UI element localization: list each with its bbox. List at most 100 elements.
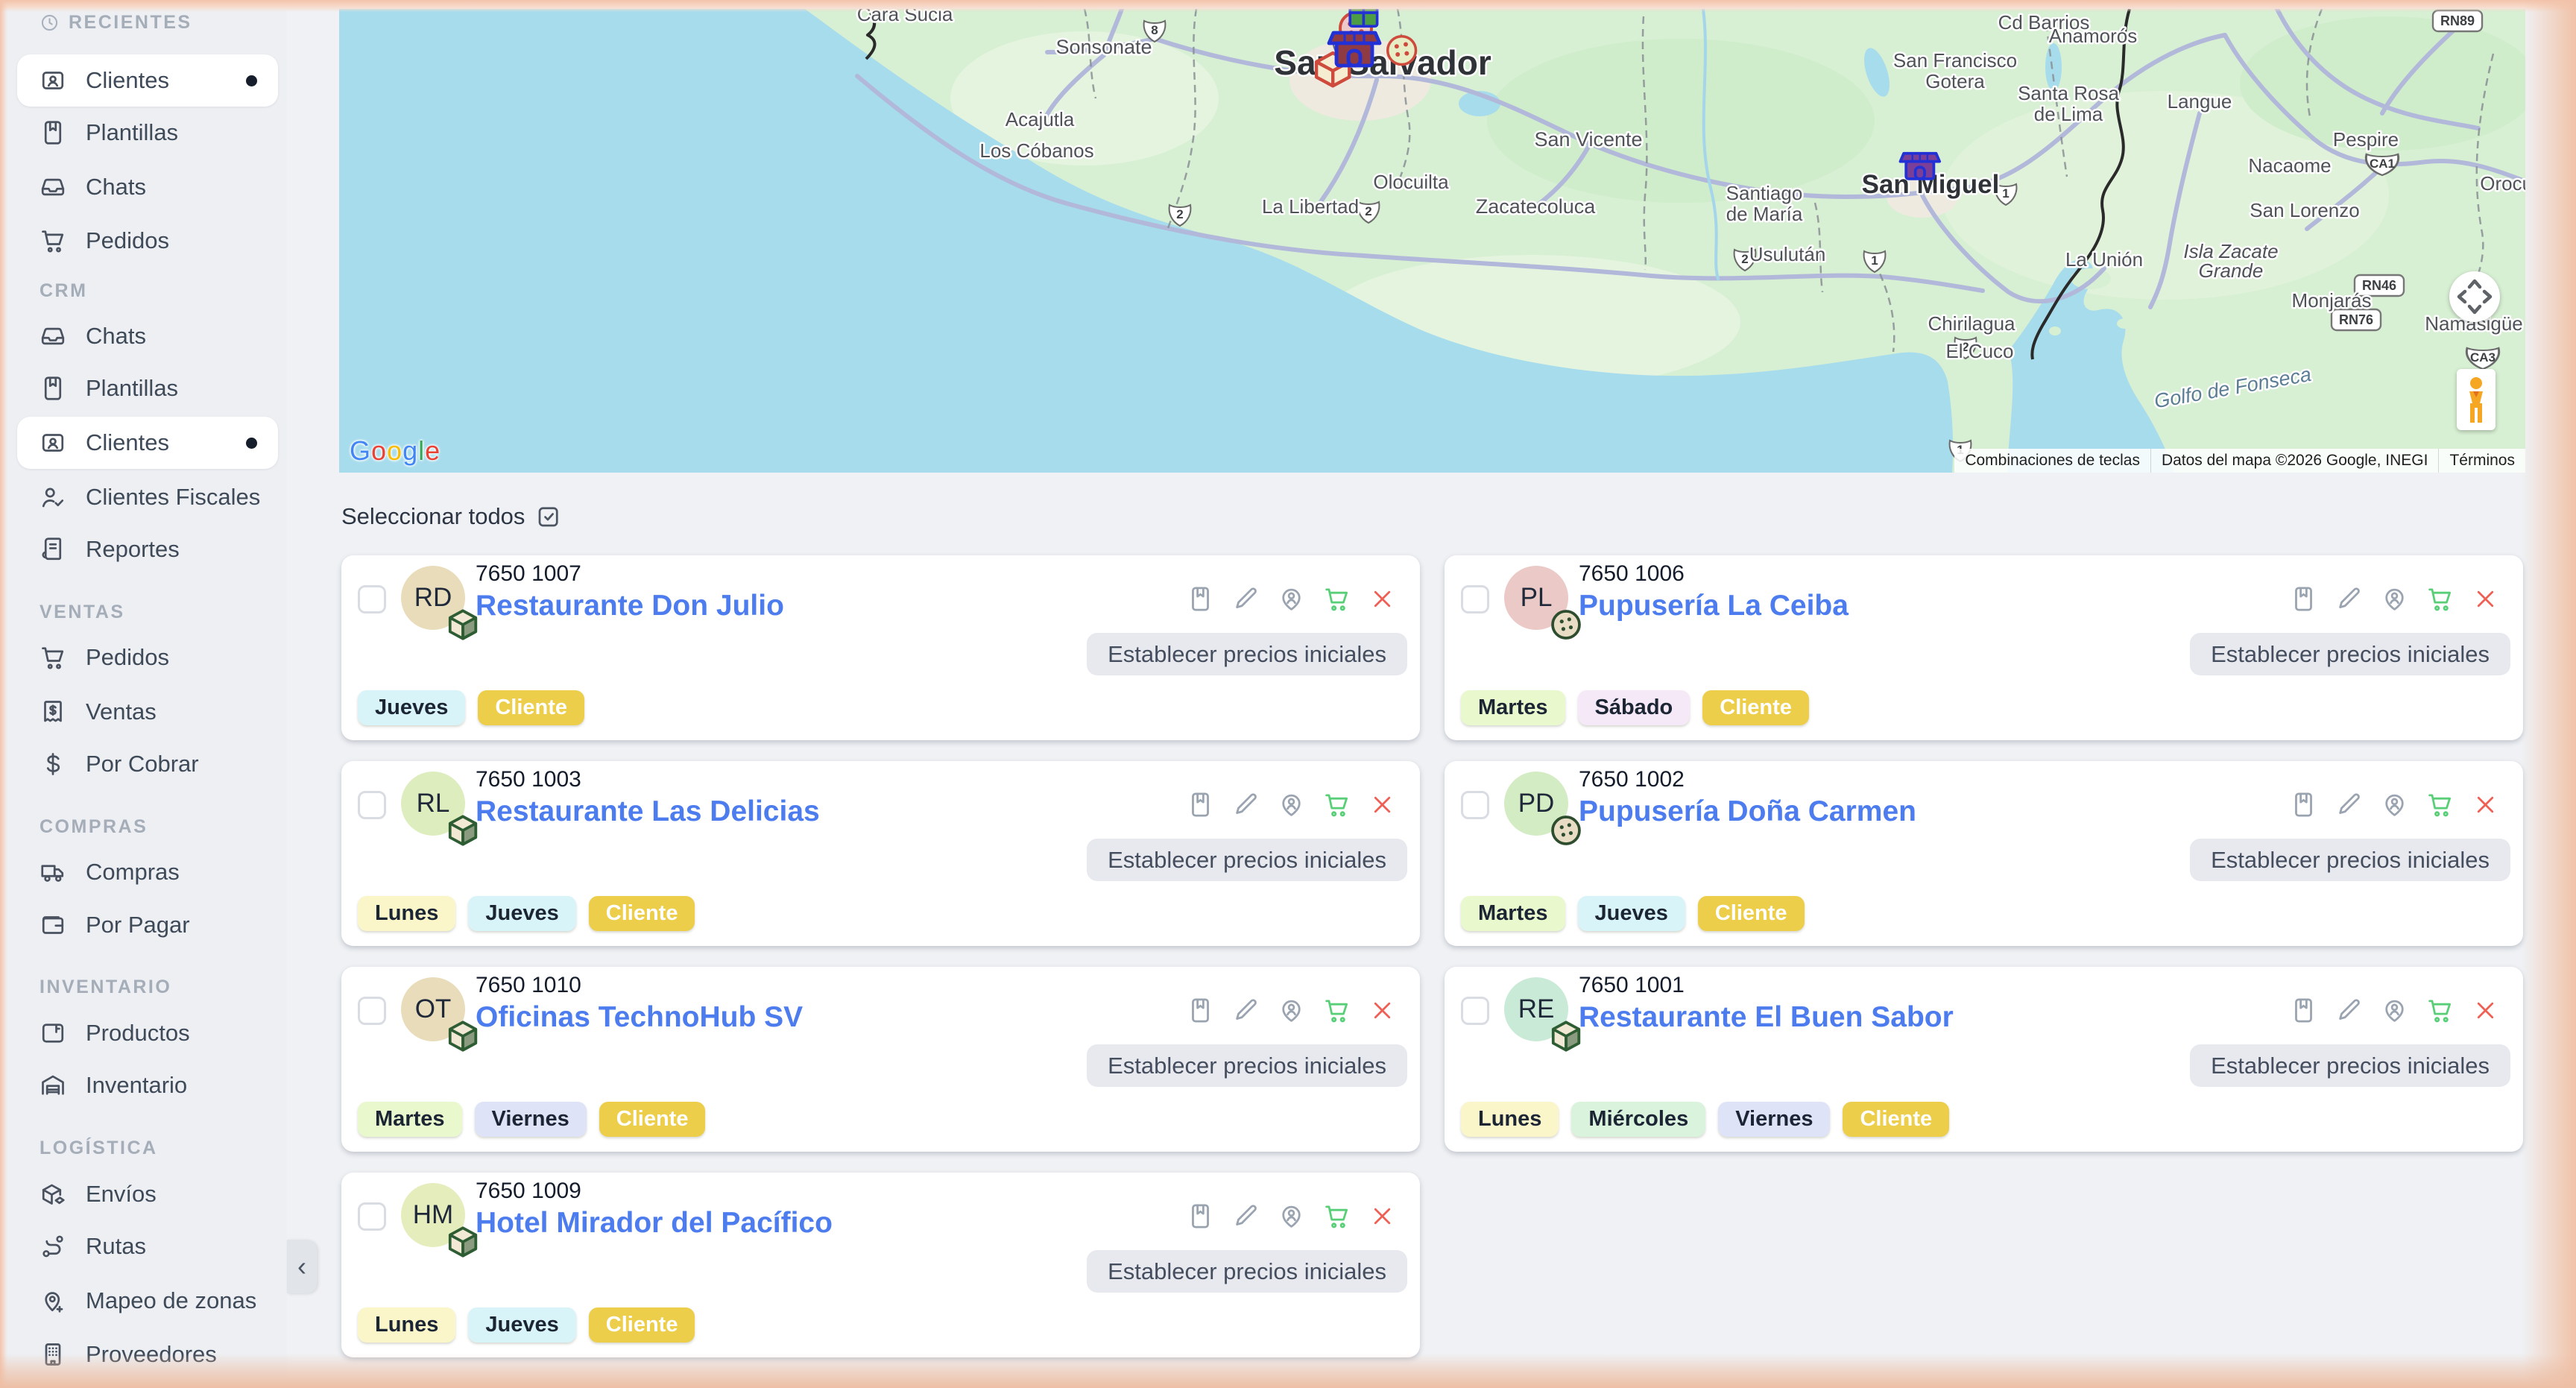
set-initial-prices-button[interactable]: Establecer precios iniciales <box>2190 839 2510 881</box>
edit-button[interactable] <box>2335 997 2363 1024</box>
edit-button[interactable] <box>1232 997 1260 1024</box>
card-checkbox[interactable] <box>1461 997 1489 1025</box>
keyboard-shortcuts-link[interactable]: Combinaciones de teclas <box>1954 449 2150 473</box>
card-checkbox[interactable] <box>358 791 386 819</box>
map-pan-control[interactable] <box>2449 271 2500 322</box>
add-to-cart-button[interactable] <box>1323 997 1351 1024</box>
set-initial-prices-button[interactable]: Establecer precios iniciales <box>1087 1044 1407 1087</box>
sidebar-item-chats[interactable]: Chats <box>17 310 278 362</box>
sidebar-item-envios[interactable]: Envíos <box>17 1168 278 1220</box>
delete-button[interactable] <box>2472 997 2499 1024</box>
sidebar-item-pedidos[interactable]: Pedidos <box>17 631 278 684</box>
delete-button[interactable] <box>1368 585 1396 613</box>
sidebar-item-pedidos[interactable]: Pedidos <box>17 215 278 267</box>
client-name-link[interactable]: Pupusería Doña Carmen <box>1579 795 1916 828</box>
sidebar-item-compras[interactable]: Compras <box>17 846 278 898</box>
catalog-button[interactable] <box>1187 1202 1214 1230</box>
assign-location-button[interactable] <box>2381 997 2408 1024</box>
map-panel[interactable]: 812221112CA1CA3RN89RN46RN76 Cara SuciaSo… <box>339 9 2525 473</box>
close-icon <box>1368 1202 1396 1230</box>
delete-button[interactable] <box>1368 1202 1396 1230</box>
sidebar-item-rutas[interactable]: Rutas <box>17 1220 278 1272</box>
catalog-button[interactable] <box>2290 585 2317 613</box>
client-name-link[interactable]: Hotel Mirador del Pacífico <box>476 1207 833 1240</box>
edit-button[interactable] <box>2335 791 2363 818</box>
assign-location-button[interactable] <box>1278 585 1305 613</box>
delete-button[interactable] <box>2472 585 2499 613</box>
close-icon <box>2472 997 2499 1024</box>
add-to-cart-button[interactable] <box>2426 585 2454 613</box>
map-marker-cookie[interactable] <box>1388 37 1416 65</box>
client-name-link[interactable]: Restaurante Don Julio <box>476 590 784 622</box>
map-marker-store[interactable] <box>1329 33 1380 66</box>
google-map[interactable]: 812221112CA1CA3RN89RN46RN76 Cara SuciaSo… <box>339 9 2525 473</box>
sidebar-item-mapeo-de-zonas[interactable]: Mapeo de zonas <box>17 1275 278 1327</box>
sidebar-item-clientes[interactable]: Clientes <box>17 417 278 469</box>
sidebar-item-ventas[interactable]: Ventas <box>17 686 278 738</box>
assign-location-button[interactable] <box>2381 791 2408 818</box>
card-checkbox[interactable] <box>358 997 386 1025</box>
assign-location-button[interactable] <box>1278 997 1305 1024</box>
client-name-link[interactable]: Restaurante El Buen Sabor <box>1579 1001 1954 1034</box>
book-icon <box>2290 997 2317 1024</box>
sidebar-item-por-cobrar[interactable]: Por Cobrar <box>17 738 278 790</box>
sidebar-item-reportes[interactable]: Reportes <box>17 523 278 575</box>
card-checkbox[interactable] <box>1461 585 1489 613</box>
edit-button[interactable] <box>1232 1202 1260 1230</box>
sidebar-item-clientes[interactable]: Clientes <box>17 54 278 107</box>
close-icon <box>2472 585 2499 613</box>
terms-link[interactable]: Términos <box>2438 449 2525 473</box>
catalog-button[interactable] <box>1187 585 1214 613</box>
catalog-button[interactable] <box>2290 997 2317 1024</box>
assign-location-button[interactable] <box>1278 791 1305 818</box>
sidebar-item-proveedores[interactable]: Proveedores <box>17 1328 278 1381</box>
set-initial-prices-button[interactable]: Establecer precios iniciales <box>2190 633 2510 675</box>
add-to-cart-button[interactable] <box>1323 585 1351 613</box>
sidebar-item-plantillas[interactable]: Plantillas <box>17 107 278 159</box>
card-checkbox[interactable] <box>358 1202 386 1231</box>
set-initial-prices-button[interactable]: Establecer precios iniciales <box>1087 633 1407 675</box>
sidebar-item-productos[interactable]: Productos <box>17 1007 278 1059</box>
select-all-control[interactable]: Seleccionar todos <box>341 503 562 530</box>
svg-text:1: 1 <box>2002 186 2009 201</box>
client-name-link[interactable]: Oficinas TechnoHub SV <box>476 1001 803 1034</box>
delete-button[interactable] <box>2472 791 2499 818</box>
set-initial-prices-button[interactable]: Establecer precios iniciales <box>1087 839 1407 881</box>
street-view-pegman[interactable] <box>2457 369 2496 430</box>
card-checkbox[interactable] <box>358 585 386 613</box>
client-code: 7650 1003 <box>476 767 581 792</box>
sidebar: RECIENTESClientesPlantillasChatsPedidosC… <box>7 0 287 1388</box>
assign-location-button[interactable] <box>1278 1202 1305 1230</box>
google-logo[interactable]: Google <box>350 435 441 467</box>
edit-button[interactable] <box>1232 791 1260 818</box>
delete-button[interactable] <box>1368 791 1396 818</box>
add-to-cart-button[interactable] <box>2426 997 2454 1024</box>
client-name-link[interactable]: Pupusería La Ceiba <box>1579 590 1849 622</box>
assign-location-button[interactable] <box>2381 585 2408 613</box>
card-checkbox[interactable] <box>1461 791 1489 819</box>
select-all-label: Seleccionar todos <box>341 503 525 530</box>
set-initial-prices-button[interactable]: Establecer precios iniciales <box>2190 1044 2510 1087</box>
sidebar-item-inventario[interactable]: Inventario <box>17 1059 278 1111</box>
map-marker-store[interactable] <box>1900 154 1939 179</box>
sidebar-collapse-button[interactable]: ‹ <box>287 1240 317 1293</box>
truck-icon <box>40 859 66 886</box>
edit-button[interactable] <box>1232 585 1260 613</box>
map-label: San Salvador <box>1274 43 1491 82</box>
sidebar-item-clientes-fiscales[interactable]: Clientes Fiscales <box>17 471 278 523</box>
catalog-button[interactable] <box>1187 997 1214 1024</box>
catalog-button[interactable] <box>1187 791 1214 818</box>
add-to-cart-button[interactable] <box>2426 791 2454 818</box>
delete-button[interactable] <box>1368 997 1396 1024</box>
set-initial-prices-button[interactable]: Establecer precios iniciales <box>1087 1250 1407 1293</box>
add-to-cart-button[interactable] <box>1323 791 1351 818</box>
sidebar-item-plantillas[interactable]: Plantillas <box>17 362 278 414</box>
sidebar-item-chats[interactable]: Chats <box>17 161 278 213</box>
edit-button[interactable] <box>2335 585 2363 613</box>
catalog-button[interactable] <box>2290 791 2317 818</box>
card-actions <box>2290 791 2499 818</box>
add-to-cart-button[interactable] <box>1323 1202 1351 1230</box>
map-marker-giftbox[interactable] <box>1350 9 1377 26</box>
sidebar-item-por-pagar[interactable]: Por Pagar <box>17 899 278 951</box>
client-name-link[interactable]: Restaurante Las Delicias <box>476 795 820 828</box>
